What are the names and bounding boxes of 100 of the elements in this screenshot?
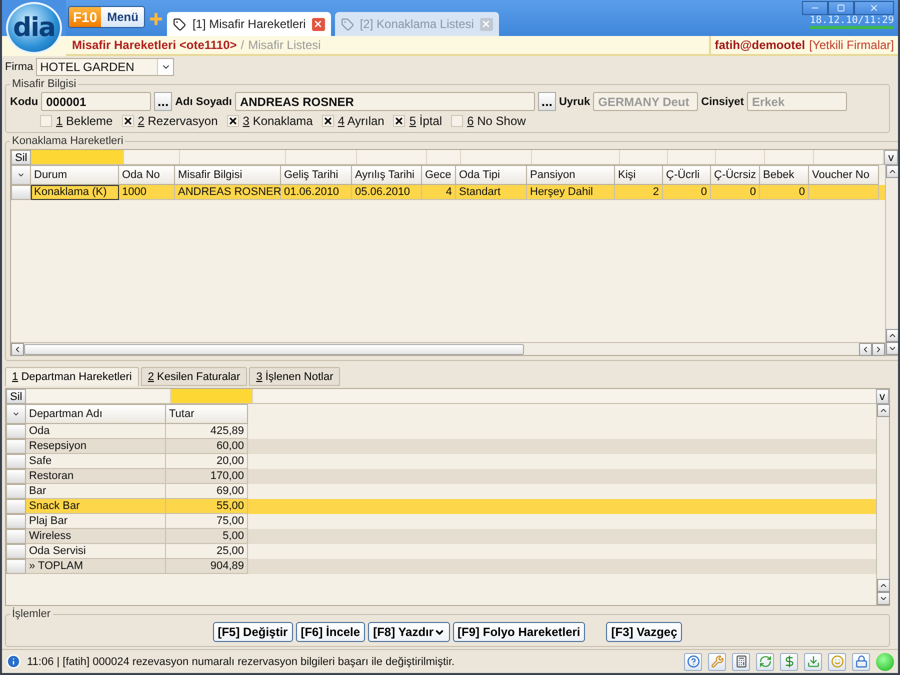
action-button[interactable]: [F9] Folyo Hareketleri xyxy=(452,622,586,642)
table-row[interactable]: Restoran 170,00 xyxy=(6,469,876,484)
column-header[interactable]: Oda Tipi xyxy=(456,165,527,185)
help-icon[interactable] xyxy=(684,652,702,670)
hotkey-label: F10 xyxy=(69,7,102,27)
caret-icon xyxy=(12,410,20,418)
close-icon[interactable] xyxy=(480,18,493,30)
column-header[interactable]: Geliş Tarihi xyxy=(281,165,352,185)
column-header[interactable]: Gece xyxy=(422,165,456,185)
field-label: Cinsiyet xyxy=(701,96,744,108)
tab[interactable]: 1 Departman Hareketleri xyxy=(5,367,139,386)
column-header[interactable]: Voucher No xyxy=(809,165,879,185)
authorized-companies-link[interactable]: [Yetkili Firmalar] xyxy=(809,38,894,52)
vertical-scrollbar[interactable] xyxy=(876,404,889,605)
column-header[interactable]: Misafir Bilgisi xyxy=(175,165,281,185)
checkbox[interactable] xyxy=(451,115,464,127)
filter-cell[interactable] xyxy=(31,150,124,164)
close-icon[interactable] xyxy=(312,18,325,30)
table-row[interactable]: » TOPLAM 904,89 xyxy=(6,559,876,574)
column-chooser[interactable] xyxy=(11,165,31,185)
input-field[interactable]: 000001 xyxy=(41,92,152,111)
table-cell: 904,89 xyxy=(166,559,248,574)
close-button[interactable] xyxy=(854,1,894,15)
column-header[interactable]: Kişi xyxy=(615,165,663,185)
checkbox[interactable] xyxy=(40,115,52,127)
calculator-icon[interactable] xyxy=(732,652,750,670)
table-row[interactable]: Wireless 5,00 xyxy=(6,529,876,544)
smile-icon[interactable] xyxy=(828,652,846,670)
page-title: Misafir Hareketleri <ote1110> xyxy=(72,38,237,52)
menu-button[interactable]: Menü xyxy=(101,7,144,27)
menu-launcher[interactable]: F10 Menü xyxy=(68,6,146,28)
column-header[interactable]: Tutar xyxy=(166,404,248,424)
filter-cell[interactable] xyxy=(171,389,254,403)
refresh-icon[interactable] xyxy=(756,652,774,670)
tab[interactable]: 2 Kesilen Faturalar xyxy=(140,367,248,386)
lookup-button[interactable]: ... xyxy=(538,92,556,111)
column-header[interactable]: Ç-Ücrli xyxy=(663,165,711,185)
column-header[interactable]: Ç-Ücrsiz xyxy=(711,165,760,185)
column-menu-button[interactable]: v xyxy=(884,150,898,165)
table-cell: 4 xyxy=(422,185,456,200)
input-field[interactable]: ANDREAS ROSNER xyxy=(234,92,535,111)
scroll-up-button[interactable] xyxy=(886,329,898,342)
tab-label: [2] Konaklama Listesi xyxy=(360,17,474,31)
tab[interactable]: 3 İşlenen Notlar xyxy=(249,367,340,386)
lookup-button[interactable]: ... xyxy=(154,92,172,111)
table-row[interactable]: Konaklama (K) 1000 ANDREAS ROSNER 01.06.2010 05.06.2010 4 Standart Herşey Dahil 2 0 0 0 xyxy=(11,185,885,200)
scroll-up-button[interactable] xyxy=(877,579,890,592)
delete-button[interactable]: Sil xyxy=(6,389,26,404)
table-cell: » TOPLAM xyxy=(26,559,166,574)
scroll-down-button[interactable] xyxy=(886,342,898,355)
table-cell xyxy=(809,185,879,200)
close-icon xyxy=(869,3,879,13)
table-row[interactable]: Snack Bar 55,00 xyxy=(6,499,876,514)
checkbox[interactable] xyxy=(393,115,406,127)
column-header[interactable]: Departman Adı xyxy=(26,404,166,424)
field-label: Uyruk xyxy=(558,96,590,108)
checkbox[interactable] xyxy=(322,115,334,127)
minimize-button[interactable] xyxy=(802,1,828,15)
status-message: 11:06 | [fatih] 000024 rezevasyon numaralı rezervasyon bilgileri başarı ile değiştirilmiştir. xyxy=(27,656,456,668)
online-indicator xyxy=(876,652,894,670)
download-icon[interactable] xyxy=(804,652,822,670)
scroll-up-button[interactable] xyxy=(886,165,898,178)
tag-icon xyxy=(173,18,186,30)
horizontal-scrollbar[interactable] xyxy=(11,342,885,355)
wrench-icon[interactable] xyxy=(708,652,726,670)
tab[interactable]: [1] Misafir Hareketleri xyxy=(167,12,331,36)
checkbox[interactable] xyxy=(122,115,134,127)
scroll-left-button[interactable] xyxy=(11,342,24,356)
action-button[interactable]: [F8] Yazdır xyxy=(368,622,450,642)
scroll-right-button[interactable] xyxy=(872,342,885,356)
scroll-left-button[interactable] xyxy=(858,342,872,356)
checkbox[interactable] xyxy=(226,115,239,127)
action-button[interactable]: [F5] Değiştir xyxy=(212,622,293,642)
vertical-scrollbar[interactable] xyxy=(884,165,898,355)
group-title: Misafir Bilgisi xyxy=(11,78,78,90)
table-cell: Herşey Dahil xyxy=(527,185,615,200)
column-header[interactable]: Durum xyxy=(31,165,119,185)
column-header[interactable]: Ayrılış Tarihi xyxy=(352,165,422,185)
info-icon xyxy=(6,654,21,669)
cancel-button[interactable]: [F3] Vazgeç xyxy=(606,622,682,642)
maximize-icon xyxy=(837,4,845,12)
checkbox-label: 2 Rezervasyon xyxy=(138,114,218,128)
scroll-down-button[interactable] xyxy=(877,592,890,605)
scroll-up-button[interactable] xyxy=(877,404,890,417)
delete-button[interactable]: Sil xyxy=(11,150,32,165)
column-header[interactable]: Pansiyon xyxy=(527,165,615,185)
action-button[interactable]: [F6] İncele xyxy=(296,622,366,642)
table-cell: Standart xyxy=(456,185,527,200)
dollar-icon[interactable] xyxy=(780,652,798,670)
lock-icon[interactable] xyxy=(852,652,870,670)
group-title: İşlemler xyxy=(11,608,52,620)
maximize-button[interactable] xyxy=(828,1,854,15)
firma-select[interactable]: HOTEL GARDEN xyxy=(36,58,174,76)
column-menu-button[interactable]: v xyxy=(876,389,889,404)
column-header[interactable]: Oda No xyxy=(119,165,175,185)
column-header[interactable]: Bebek xyxy=(760,165,809,185)
table-cell: Konaklama (K) xyxy=(31,185,119,200)
table-row[interactable]: Resepsiyon 60,00 xyxy=(6,439,876,454)
table-cell: 01.06.2010 xyxy=(281,185,352,200)
column-chooser[interactable] xyxy=(6,404,26,424)
